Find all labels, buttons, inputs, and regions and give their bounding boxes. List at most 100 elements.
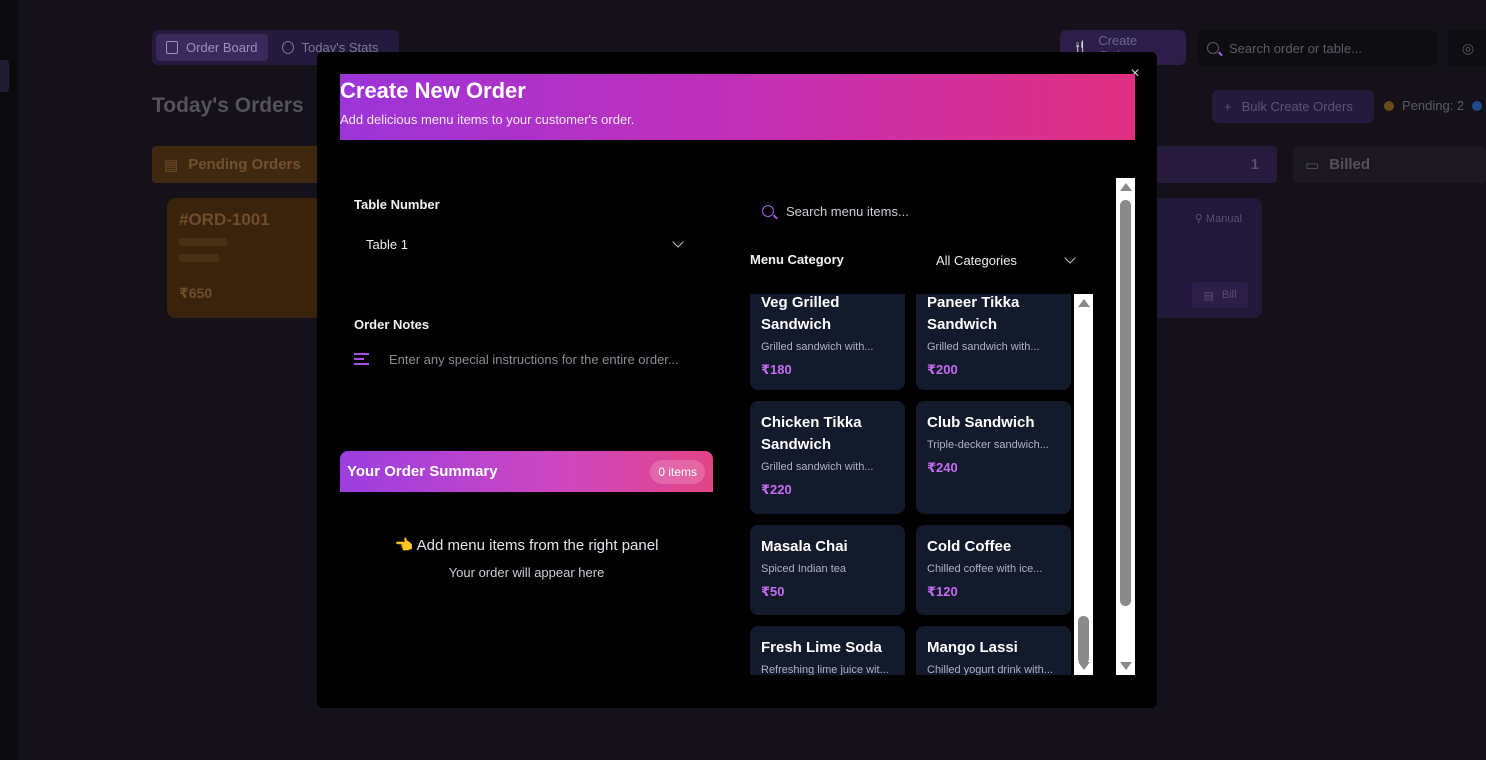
bill-label: Bill [1221,289,1237,301]
table-select-value: Table 1 [366,236,408,252]
timer-icon [281,41,294,54]
notes-placeholder: Enter any special instructions for the e… [389,351,679,367]
scroll-up-arrow-icon[interactable] [1120,183,1132,191]
menu-item-name: Club Sandwich [927,414,1035,431]
plus-icon: + [1224,99,1232,114]
modal-subtitle: Add delicious menu items to your custome… [340,112,635,127]
table-number-select[interactable]: Table 1 [354,228,694,260]
menu-item-desc: Chilled coffee with ice... [927,563,1043,575]
pending-count: Pending: 2 [1402,98,1465,113]
order-notes-input[interactable]: Enter any special instructions for the e… [354,342,704,376]
modal-scrollbar[interactable] [1116,178,1135,675]
menu-item-desc: Refreshing lime juice wit... [761,664,889,675]
column-count: 1 [1250,156,1259,173]
bulk-label: Bulk Create Orders [1241,99,1353,114]
menu-item-desc: Chilled yogurt drink with... [927,664,1053,675]
menu-item-name: Mango Lassi [927,639,1018,656]
summary-title: Your Order Summary [347,463,498,480]
bill-button[interactable]: ▤ Bill [1192,282,1248,308]
order-id: #ORD-1001 [179,210,270,229]
menu-category-label: Menu Category [750,252,844,267]
order-card[interactable]: #ORD-1001 ₹650 [167,198,322,318]
menu-item-price: ₹200 [927,362,958,377]
search-placeholder: Search order or table... [1229,40,1362,56]
manual-label: Manual [1205,213,1242,225]
order-detail-line [179,238,227,246]
column-title: Billed [1329,156,1371,173]
menu-item-price: ₹220 [761,482,792,497]
clipboard-icon: ▤ [164,156,179,174]
billed-column-header: ▭ Billed [1293,146,1486,183]
menu-item-price: ₹180 [761,362,792,377]
progress-column-header: 1 [1156,146,1277,183]
menu-item-card[interactable]: Chicken Tikka Sandwich Grilled sandwich … [750,401,905,514]
category-select-value: All Categories [936,252,1017,268]
menu-category-select[interactable]: All Categories [924,244,1086,276]
chevron-down-icon [672,236,684,248]
tab-order-board[interactable]: Order Board [156,34,268,61]
language-button[interactable]: ◎ [1448,30,1486,66]
tab-label: Order Board [186,40,258,55]
bulk-create-button[interactable]: + Bulk Create Orders [1212,90,1374,123]
modal-title: Create New Order [340,78,526,103]
menu-item-desc: Spiced Indian tea [761,563,847,575]
menu-item-card[interactable]: Cold Coffee Chilled coffee with ice... ₹… [916,525,1071,615]
menu-item-name: Chicken Tikka Sandwich [761,414,862,453]
card-icon: ▭ [1305,156,1320,174]
scroll-up-arrow-icon[interactable] [1078,299,1090,307]
order-notes-label: Order Notes [354,317,430,332]
order-summary-header: Your Order Summary 0 items [340,451,713,492]
menu-item-name: Cold Coffee [927,538,1012,555]
summary-count-badge: 0 items [650,459,705,484]
menu-item-card[interactable]: Paneer Tikka Sandwich Grilled sandwich w… [916,294,1071,390]
menu-item-price: ₹240 [927,460,958,475]
menu-item-name: Fresh Lime Soda [761,639,882,656]
menu-item-card[interactable]: Club Sandwich Triple-decker sandwich... … [916,401,1071,514]
menu-item-name: Paneer Tikka Sandwich [927,294,1020,333]
menu-search-input[interactable]: Search menu items... [750,196,1100,226]
scroll-down-arrow-icon[interactable] [1120,662,1132,670]
modal-header: Create New Order Add delicious menu item… [340,74,1135,140]
pending-dot [1384,100,1394,111]
menu-item-desc: Triple-decker sandwich... [927,439,1049,451]
menu-list-scrollbar[interactable] [1074,294,1093,675]
user-icon: ⚲ [1194,213,1203,225]
notes-icon [354,353,369,365]
column-title: Pending Orders [188,156,301,173]
page-title: Today's Orders [152,94,304,117]
menu-search-placeholder: Search menu items... [786,203,909,219]
menu-item-desc: Grilled sandwich with... [927,341,1040,353]
menu-item-card[interactable]: Veg Grilled Sandwich Grilled sandwich wi… [750,294,905,390]
menu-item-price: ₹50 [761,584,785,599]
empty-summary-title: 👈 Add menu items from the right panel [394,537,659,554]
pending-indicator: Pending: 2 [1384,98,1483,113]
left-sidebar [0,0,18,760]
search-icon [762,205,774,217]
order-card[interactable]: ⚲ Manual ▤ Bill [1156,198,1262,318]
search-icon [1207,42,1219,54]
menu-item-name: Masala Chai [761,538,848,555]
sidebar-toggle[interactable] [0,60,9,92]
order-amount: ₹650 [179,285,213,301]
menu-item-desc: Grilled sandwich with... [761,461,874,473]
menu-item-desc: Grilled sandwich with... [761,341,874,353]
globe-icon: ◎ [1461,39,1475,56]
progress-dot [1472,100,1483,111]
menu-item-card[interactable]: Mango Lassi Chilled yogurt drink with... [916,626,1071,675]
order-detail-line [179,254,219,262]
scroll-down-arrow-icon[interactable] [1078,662,1090,670]
table-number-label: Table Number [354,197,440,212]
menu-item-card[interactable]: Masala Chai Spiced Indian tea ₹50 [750,525,905,615]
menu-item-card[interactable]: Fresh Lime Soda Refreshing lime juice wi… [750,626,905,675]
empty-summary-subtitle: Your order will appear here [448,565,605,580]
receipt-icon: ▤ [1203,289,1214,302]
menu-items-list[interactable]: Veg Grilled Sandwich Grilled sandwich wi… [750,294,1075,675]
order-search-input[interactable]: Search order or table... [1197,30,1437,66]
chevron-down-icon [1064,252,1076,264]
clipboard-icon [166,41,178,54]
scrollbar-thumb[interactable] [1120,200,1131,606]
menu-item-name: Veg Grilled Sandwich [761,294,840,333]
scrollbar-thumb[interactable] [1078,616,1089,664]
menu-item-price: ₹120 [927,584,958,599]
pending-column-header: ▤ Pending Orders [152,146,322,183]
